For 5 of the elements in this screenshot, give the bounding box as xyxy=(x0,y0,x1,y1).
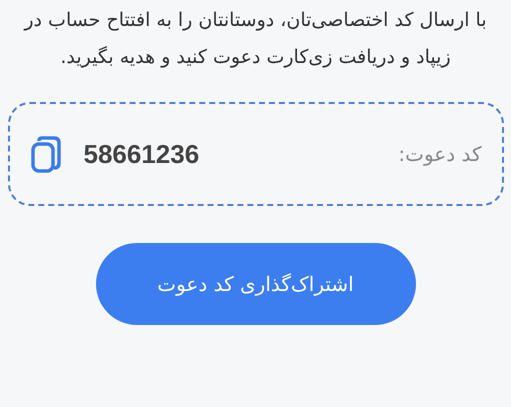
copy-icon[interactable] xyxy=(30,135,62,173)
invite-code-label: کد دعوت: xyxy=(398,141,482,168)
invite-code: 58661236 xyxy=(84,138,200,170)
description-text: با ارسال کد اختصاصی‌تان، دوستانتان را به افتتاح حساب در زیپاد و دریافت زی‌کارت دعوت کنید و هدیه بگیرید. xyxy=(22,8,488,70)
share-button[interactable]: اشتراک‌گذاری کد دعوت xyxy=(96,243,416,325)
